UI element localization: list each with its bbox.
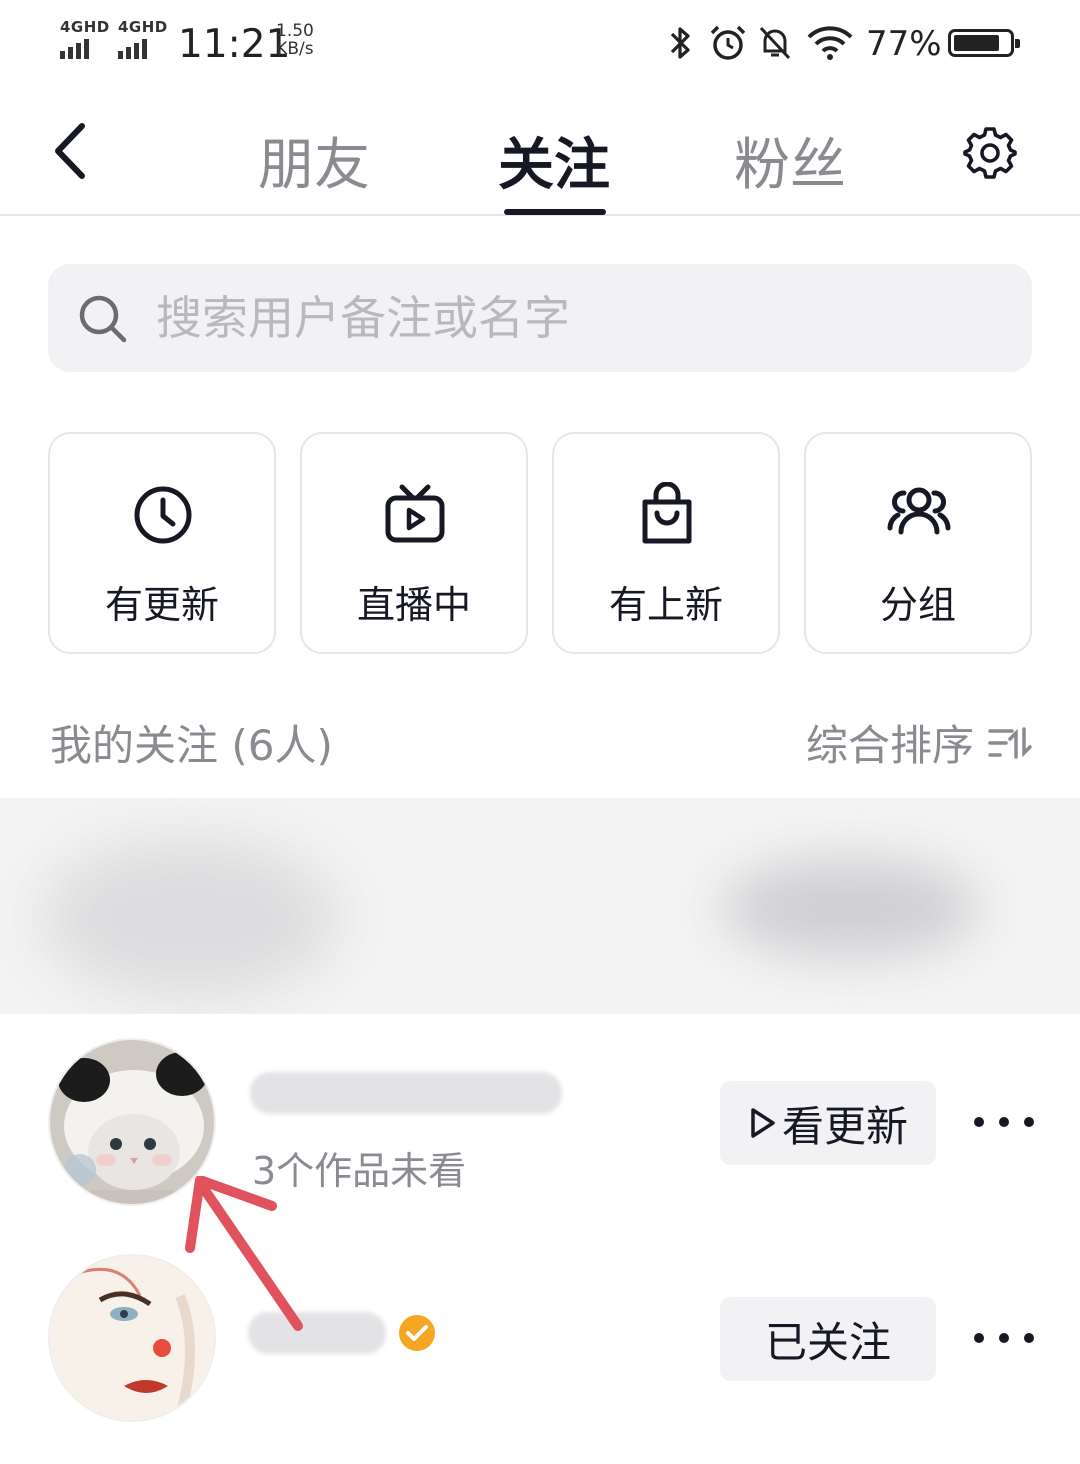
battery-icon bbox=[948, 29, 1020, 57]
mute-bell-icon bbox=[759, 26, 791, 60]
signal-bars-icon bbox=[118, 39, 147, 59]
annotation-arrow-icon bbox=[185, 1176, 303, 1331]
filter-label: 有上新 bbox=[608, 583, 723, 627]
search-input[interactable] bbox=[156, 286, 996, 350]
bluetooth-icon bbox=[670, 27, 690, 59]
gear-icon[interactable] bbox=[962, 124, 1018, 180]
more-options-icon[interactable] bbox=[974, 1107, 1034, 1137]
verified-badge-icon bbox=[399, 1315, 435, 1351]
signal-indicator-1: 4GHD bbox=[60, 18, 110, 59]
sort-label: 综合排序 bbox=[805, 721, 974, 770]
following-page: 4GHD 4GHD 11:21 1.50 KB/s 77% 朋友 关注 粉丝 搜… bbox=[0, 0, 1080, 1464]
network-speed: 1.50 KB/s bbox=[276, 22, 314, 58]
view-updates-button[interactable]: 看更新 bbox=[720, 1081, 936, 1165]
status-bar: 4GHD 4GHD 11:21 1.50 KB/s 77% bbox=[0, 0, 1080, 90]
redacted-list-item bbox=[0, 798, 1080, 1014]
wifi-icon bbox=[807, 26, 853, 60]
network-type-label: 4GHD bbox=[60, 18, 110, 36]
back-arrow-icon[interactable] bbox=[46, 120, 96, 182]
following-status-label: 已关注 bbox=[764, 1317, 891, 1367]
sort-icon bbox=[988, 726, 1032, 759]
filter-card-live[interactable]: 直播中 bbox=[300, 432, 528, 654]
filter-card-updates[interactable]: 有更新 bbox=[48, 432, 276, 654]
play-icon bbox=[751, 1108, 775, 1138]
tab-following[interactable]: 关注 bbox=[498, 120, 610, 201]
view-updates-label: 看更新 bbox=[781, 1101, 908, 1151]
tab-friends[interactable]: 朋友 bbox=[258, 120, 370, 201]
search-icon bbox=[79, 295, 127, 343]
sort-selector[interactable]: 综合排序 bbox=[806, 712, 1032, 773]
following-status-button[interactable]: 已关注 bbox=[720, 1297, 936, 1381]
tab-fans[interactable]: 粉丝 bbox=[734, 120, 846, 201]
search-bar[interactable] bbox=[48, 264, 1032, 372]
top-nav: 朋友 关注 粉丝 bbox=[0, 90, 1080, 216]
filter-label: 直播中 bbox=[356, 583, 471, 627]
speed-value: 1.50 bbox=[276, 21, 314, 41]
filter-label: 分组 bbox=[879, 583, 956, 627]
following-count-title: 我的关注 (6人) bbox=[50, 721, 333, 770]
shopping-bag-icon bbox=[642, 482, 692, 544]
alarm-icon bbox=[710, 25, 746, 60]
signal-indicator-2: 4GHD bbox=[118, 18, 168, 59]
signal-bars-icon bbox=[60, 39, 89, 59]
battery-percent: 77% bbox=[866, 24, 942, 64]
group-icon bbox=[887, 487, 951, 535]
network-type-label: 4GHD bbox=[118, 18, 168, 36]
username-redacted bbox=[250, 1072, 562, 1114]
clock: 11:21 bbox=[178, 22, 291, 67]
more-options-icon[interactable] bbox=[974, 1323, 1034, 1353]
tv-play-icon bbox=[385, 484, 445, 543]
speed-unit: KB/s bbox=[276, 39, 314, 59]
filter-label: 有更新 bbox=[104, 583, 219, 627]
active-tab-indicator bbox=[504, 209, 606, 215]
filter-card-groups[interactable]: 分组 bbox=[804, 432, 1032, 654]
clock-icon bbox=[134, 486, 192, 544]
filter-card-new-products[interactable]: 有上新 bbox=[552, 432, 780, 654]
